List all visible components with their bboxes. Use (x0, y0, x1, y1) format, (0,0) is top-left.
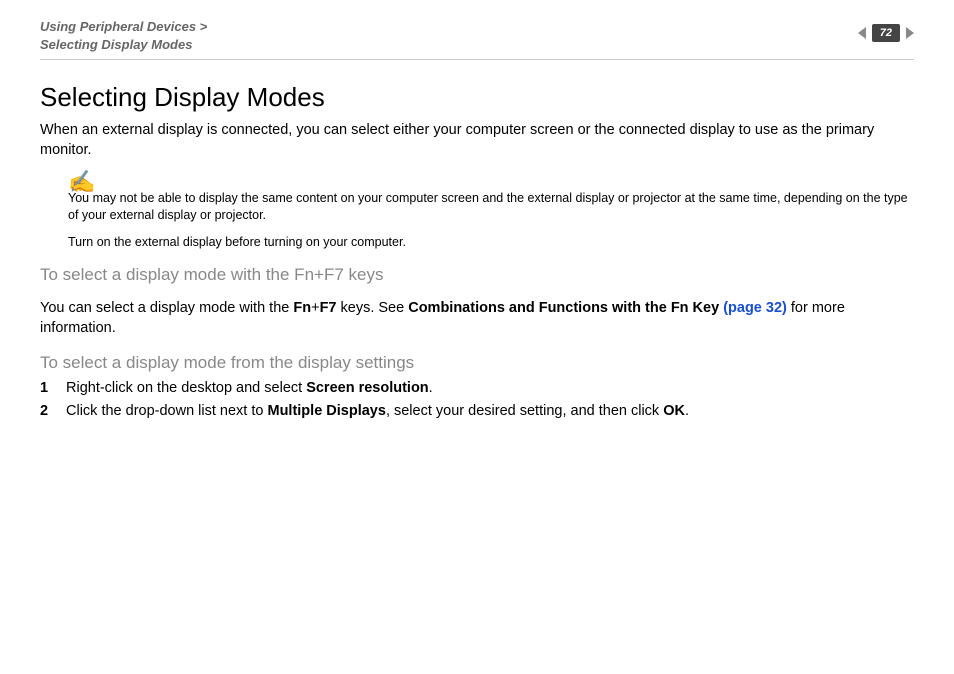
page-title: Selecting Display Modes (40, 82, 914, 113)
f7-key-label: F7 (320, 300, 337, 316)
intro-paragraph: When an external display is connected, y… (40, 121, 914, 160)
section1-body: You can select a display mode with the F… (40, 299, 914, 338)
fn-key-label: Fn (293, 300, 311, 316)
section2-heading: To select a display mode from the displa… (40, 353, 914, 373)
note-block: ✍ You may not be able to display the sam… (68, 172, 914, 250)
multiple-displays-label: Multiple Displays (267, 403, 385, 419)
text: + (311, 300, 319, 316)
breadcrumb: Using Peripheral Devices > Selecting Dis… (40, 18, 207, 53)
ok-label: OK (663, 403, 685, 419)
note-text-1: You may not be able to display the same … (68, 190, 914, 224)
text: keys. See (336, 300, 408, 316)
note-text-2: Turn on the external display before turn… (68, 234, 914, 251)
text: Click the drop-down list next to (66, 403, 267, 419)
breadcrumb-line2: Selecting Display Modes (40, 37, 192, 52)
section1-heading: To select a display mode with the Fn+F7 … (40, 265, 914, 285)
page-number: 72 (872, 24, 900, 42)
step-1: Right-click on the desktop and select Sc… (40, 379, 914, 399)
next-page-icon[interactable] (906, 27, 914, 39)
text: You can select a display mode with the (40, 300, 293, 316)
breadcrumb-line1: Using Peripheral Devices > (40, 19, 207, 34)
text: . (685, 403, 689, 419)
screen-resolution-label: Screen resolution (306, 380, 428, 396)
text: , select your desired setting, and then … (386, 403, 663, 419)
page-nav: 72 (858, 18, 914, 42)
steps-list: Right-click on the desktop and select Sc… (40, 379, 914, 422)
page-link[interactable]: (page 32) (723, 300, 787, 316)
prev-page-icon[interactable] (858, 27, 866, 39)
step-2: Click the drop-down list next to Multipl… (40, 402, 914, 422)
link-label: Combinations and Functions with the Fn K… (408, 300, 723, 316)
text: . (429, 380, 433, 396)
text: Right-click on the desktop and select (66, 380, 306, 396)
page-header: Using Peripheral Devices > Selecting Dis… (40, 18, 914, 60)
